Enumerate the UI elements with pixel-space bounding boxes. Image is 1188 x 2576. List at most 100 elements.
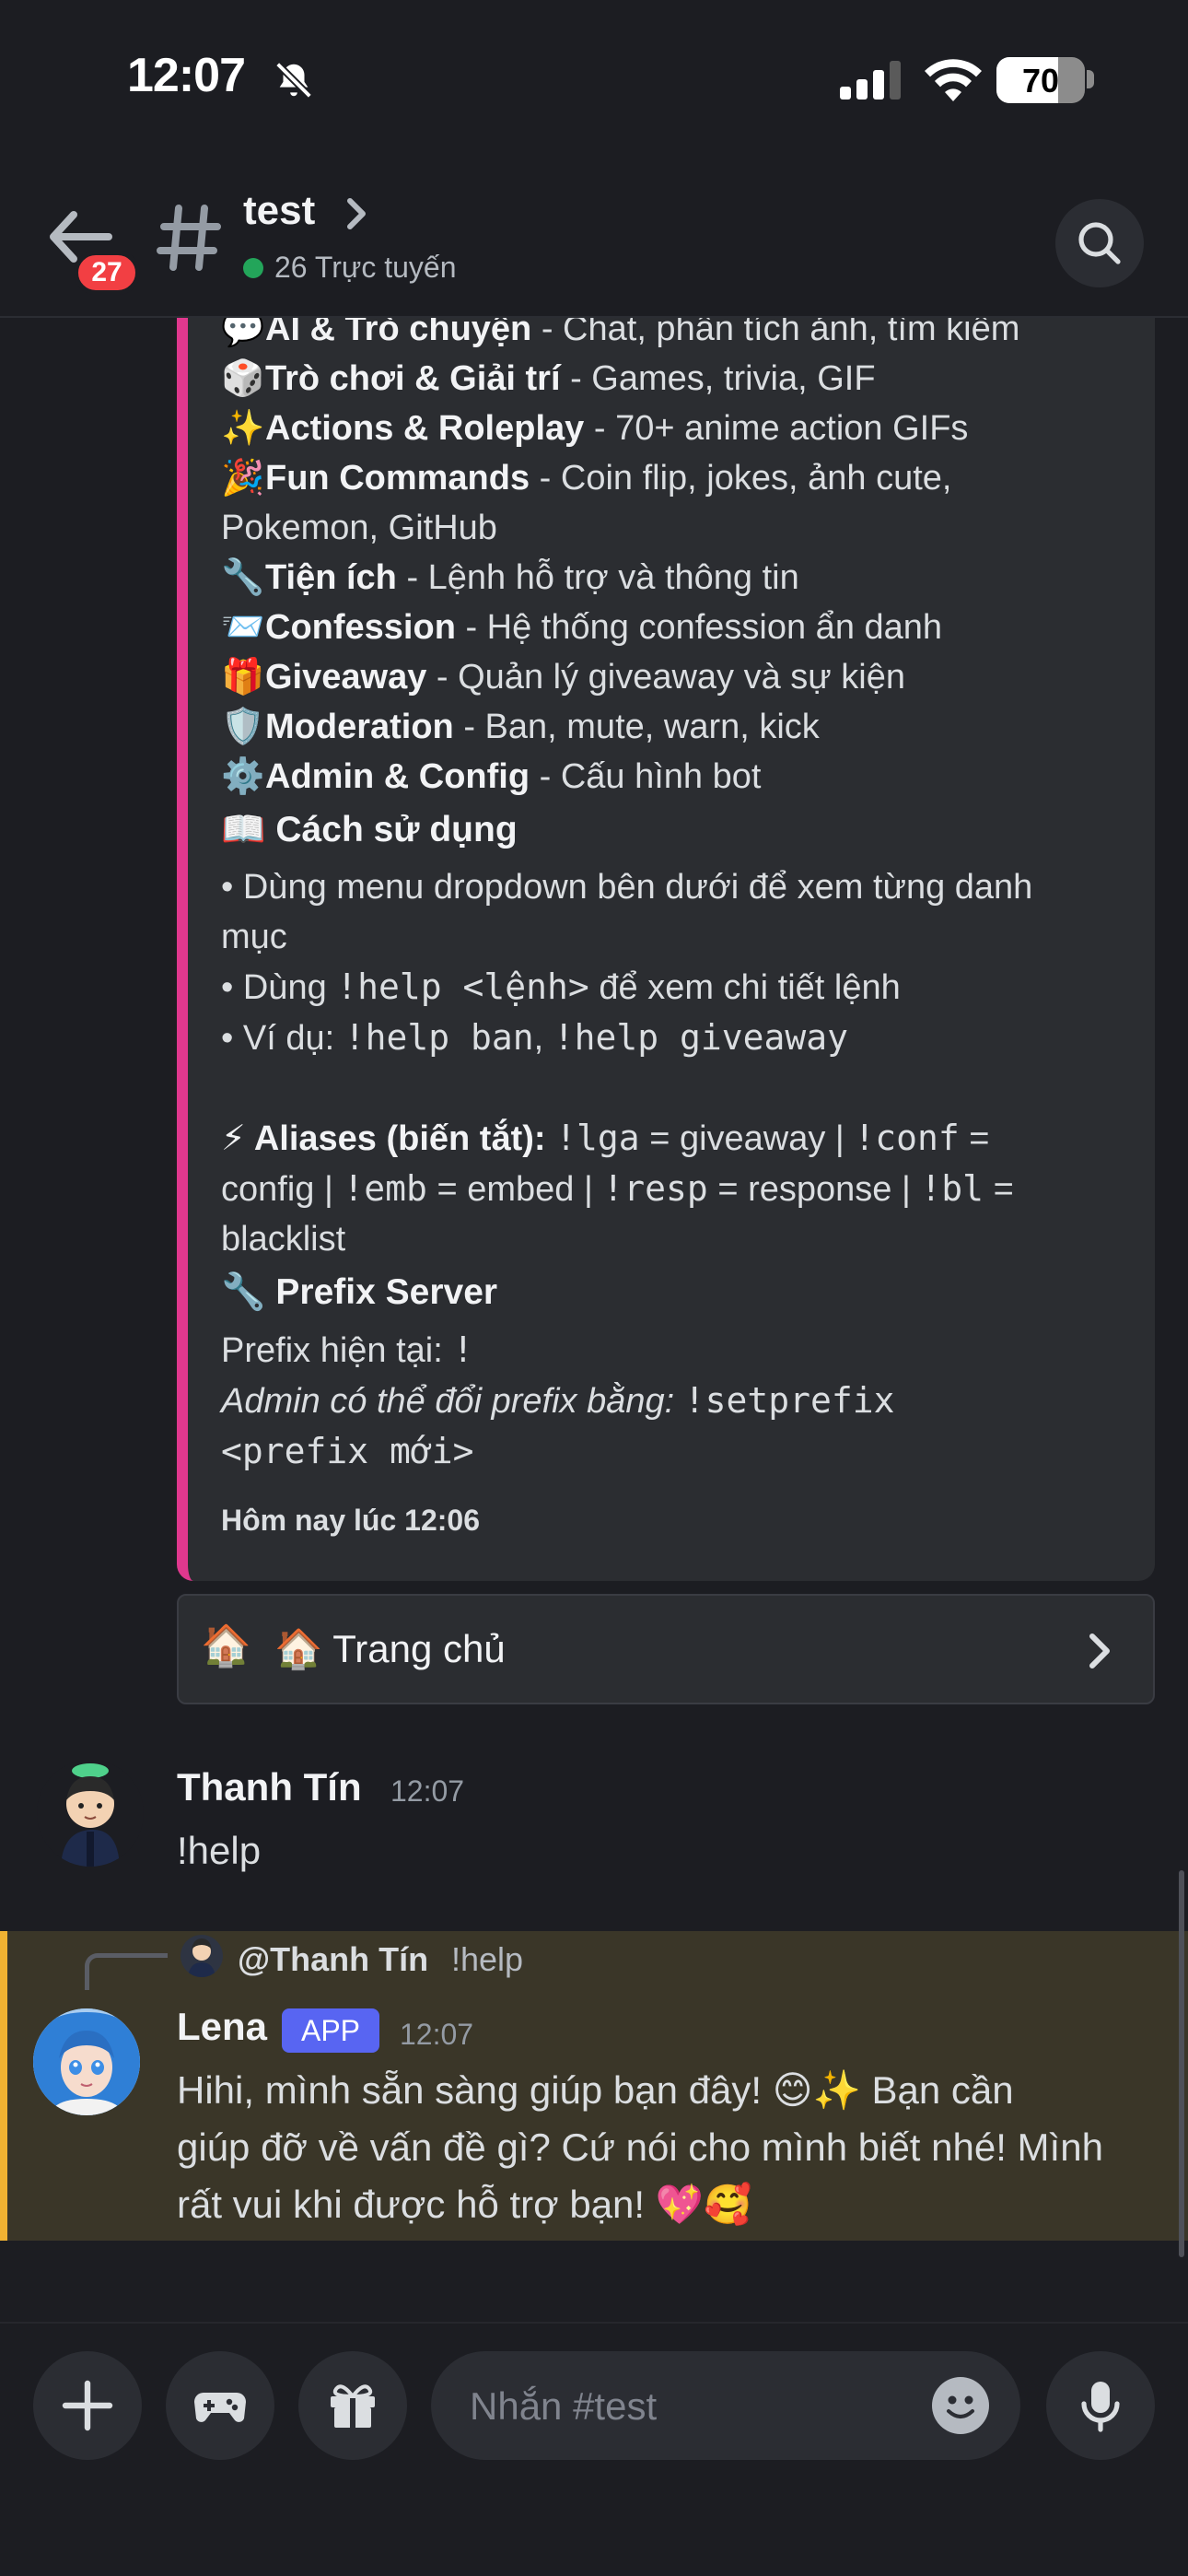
search-button[interactable] <box>1055 199 1144 287</box>
category-desc: - Cấu hình bot <box>530 757 762 796</box>
message-input[interactable]: Nhắn #test <box>431 2351 1020 2460</box>
message-author[interactable]: Thanh Tín <box>177 1765 362 1809</box>
category-desc: - Hệ thống confession ẩn danh <box>455 608 943 647</box>
inline-code: !help <lệnh> <box>336 966 589 1007</box>
category-desc-wrap: Pokemon, GitHub <box>221 509 497 547</box>
avatar[interactable] <box>37 1760 144 1867</box>
smiley-icon <box>947 2395 974 2418</box>
category-line: 🎁Giveaway - Quản lý giveaway và sự kiện <box>221 652 1142 702</box>
category-line: 📨Confession - Hệ thống confession ẩn dan… <box>221 603 1142 652</box>
message-content-line: rất vui khi được hỗ trợ bạn! 💖🥰 <box>177 2183 752 2226</box>
category-desc: - Games, trivia, GIF <box>560 359 876 398</box>
category-desc: - Coin flip, jokes, ảnh cute, <box>530 459 952 498</box>
aliases-line: config | !emb = embed | !resp = response… <box>221 1164 1142 1214</box>
shield-icon: 🛡️ <box>221 708 265 746</box>
alias-value: = <box>959 1119 990 1158</box>
aliases-line: ⚡ Aliases (biến tắt): !lga = giveaway | … <box>221 1113 1142 1164</box>
inline-code: ! <box>452 1329 474 1370</box>
category-name: Admin & Config <box>265 757 530 796</box>
select-label: 🏠 Trang chủ <box>274 1627 506 1670</box>
bell-off-icon <box>275 62 312 99</box>
inline-code: !conf <box>854 1118 960 1158</box>
inline-code: !lga <box>555 1118 640 1158</box>
usage-title: 📖 Cách sử dụng <box>221 810 518 849</box>
battery-percent: 70 <box>1021 62 1060 100</box>
add-attachment-button[interactable] <box>33 2351 142 2460</box>
help-category-select[interactable]: 🏠 🏠 Trang chủ <box>177 1594 1155 1704</box>
usage-text: , <box>533 1019 553 1058</box>
app-tag-badge: APP <box>282 2008 379 2053</box>
chevron-right-icon <box>1089 1633 1110 1669</box>
category-name: Confession <box>265 608 456 647</box>
usage-line-wrap: mục <box>221 918 287 956</box>
alias-value: = giveaway | <box>639 1119 855 1158</box>
usage-line: • Dùng menu dropdown bên dưới để xem từn… <box>221 868 1033 907</box>
channel-header: 27 test 26 Trực tuyến <box>0 157 1188 318</box>
reply-connector <box>85 1953 168 1990</box>
category-desc: - Quản lý giveaway và sự kiện <box>426 658 906 697</box>
message-timestamp: 12:07 <box>400 2018 474 2051</box>
gamepad-icon <box>194 2393 246 2422</box>
channel-name[interactable]: test <box>243 188 315 234</box>
category-desc: - Ban, mute, warn, kick <box>453 708 820 746</box>
microphone-icon <box>1081 2382 1120 2432</box>
status-bar: 12:07 70 <box>0 0 1188 157</box>
user-avatar-image <box>188 1938 215 1977</box>
chevron-right-icon[interactable] <box>344 197 368 230</box>
aliases-line: blacklist <box>221 1220 346 1259</box>
gift-button[interactable] <box>298 2351 407 2460</box>
help-embed: 💬AI & Trò chuyện - Chat, phân tích ảnh, … <box>177 258 1155 1581</box>
category-name: Giveaway <box>265 658 427 697</box>
hash-icon <box>157 205 221 271</box>
status-time: 12:07 <box>127 49 246 102</box>
category-name: Moderation <box>265 708 454 746</box>
aliases-label: ⚡ Aliases (biến tắt): <box>221 1119 546 1158</box>
inline-code: !emb <box>343 1168 427 1209</box>
message-author[interactable]: Lena <box>177 2005 267 2049</box>
usage-text: • Ví dụ: <box>221 1019 344 1058</box>
avatar[interactable] <box>33 2008 140 2115</box>
scrollbar[interactable] <box>1179 1870 1184 2257</box>
sparkles-icon: ✨ <box>221 409 265 448</box>
inline-code: !bl <box>920 1168 984 1209</box>
usage-line: • Dùng !help <lệnh> để xem chi tiết lệnh <box>221 962 1142 1013</box>
reply-avatar <box>181 1935 223 1977</box>
reply-preview[interactable]: !help <box>451 1940 523 1979</box>
alias-value: = embed | <box>426 1170 603 1209</box>
voice-message-button[interactable] <box>1046 2351 1155 2460</box>
emoji-picker-button[interactable] <box>932 2377 989 2434</box>
message-input-placeholder: Nhắn #test <box>470 2384 658 2428</box>
battery-nub <box>1087 70 1094 88</box>
category-name: Fun Commands <box>265 459 530 498</box>
usage-text: • Dùng <box>221 968 337 1007</box>
prefix-label: Prefix hiện tại: <box>221 1331 453 1370</box>
wifi-icon <box>925 59 982 101</box>
category-name: Trò chơi & Giải trí <box>265 359 561 398</box>
search-icon <box>1078 222 1121 264</box>
envelope-icon: 📨 <box>221 608 265 647</box>
category-name: Tiện ích <box>265 558 397 597</box>
activities-button[interactable] <box>166 2351 274 2460</box>
online-status-dot <box>243 258 263 278</box>
gift-icon: 🎁 <box>221 658 265 697</box>
prefix-line: Admin có thể đổi prefix bằng: !setprefix <box>221 1376 1142 1426</box>
dice-icon: 🎲 <box>221 359 265 398</box>
message-timestamp: 12:07 <box>390 1774 465 1808</box>
message-content-line: Hihi, mình sẵn sàng giúp bạn đây! 😊✨ Bạn… <box>177 2068 1014 2112</box>
category-line: 🔧Tiện ích - Lệnh hỗ trợ và thông tin <box>221 553 1142 603</box>
house-icon: 🏠 <box>201 1623 251 1669</box>
party-popper-icon: 🎉 <box>221 459 265 498</box>
alias-value: config | <box>221 1170 344 1209</box>
reply-author[interactable]: @Thanh Tín <box>238 1940 428 1979</box>
category-name: Actions & Roleplay <box>265 409 585 448</box>
category-desc: - 70+ anime action GIFs <box>584 409 969 448</box>
category-line: 🎲Trò chơi & Giải trí - Games, trivia, GI… <box>221 354 1142 404</box>
prefix-line: Prefix hiện tại: ! <box>221 1325 1142 1376</box>
tools-icon: 🔧 <box>221 558 265 597</box>
inline-code: !resp <box>602 1168 708 1209</box>
prefix-title: 🔧 Prefix Server <box>221 1272 498 1312</box>
plus-icon <box>62 2380 113 2431</box>
message-composer: Nhắn #test <box>0 2322 1188 2576</box>
category-line: 🛡️Moderation - Ban, mute, warn, kick <box>221 702 1142 752</box>
